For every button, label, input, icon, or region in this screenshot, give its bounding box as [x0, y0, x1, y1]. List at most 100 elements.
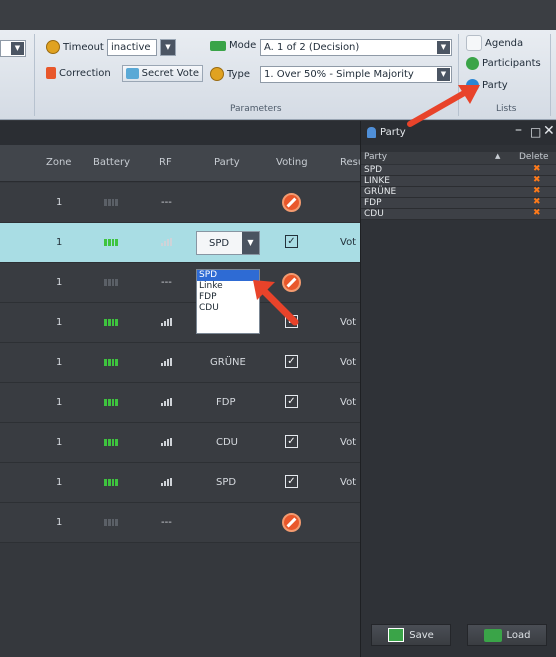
battery-icon — [104, 519, 118, 526]
correction-icon — [46, 67, 56, 79]
load-button[interactable]: Load — [467, 624, 547, 646]
result-cell: Vot — [340, 477, 357, 488]
party-list-item[interactable]: CDU ✖ — [361, 208, 556, 220]
participants-label: Participants — [482, 58, 541, 69]
mode-control: Mode — [210, 40, 256, 51]
delete-icon[interactable]: ✖ — [533, 175, 541, 185]
ribbon-divider — [550, 34, 551, 116]
agenda-button[interactable]: Agenda — [466, 35, 523, 51]
timeout-label: Timeout — [63, 41, 104, 53]
battery-icon — [104, 279, 118, 286]
agenda-icon — [466, 35, 482, 51]
table-row[interactable]: 1 --- — [0, 503, 360, 543]
save-icon — [388, 628, 405, 642]
party-col-header[interactable]: Party — [364, 152, 387, 162]
battery-icon — [104, 399, 118, 406]
check-icon: ✓ — [285, 475, 298, 488]
party-name: SPD — [364, 165, 383, 175]
col-party[interactable]: Party — [214, 157, 240, 168]
party-name: FDP — [364, 198, 382, 208]
mode-select[interactable]: A. 1 of 2 (Decision) ▼ — [260, 39, 452, 56]
party-list-item[interactable]: SPD ✖ — [361, 164, 556, 176]
table-row[interactable]: 1 GRÜNE ✓ Vot — [0, 343, 360, 383]
col-battery[interactable]: Battery — [93, 157, 130, 168]
delete-icon[interactable]: ✖ — [533, 186, 541, 196]
secret-vote-label: Secret Vote — [141, 68, 199, 79]
result-cell: Vot — [340, 437, 357, 448]
table-row[interactable]: 1 SPD ▼ ✓ Vot — [0, 223, 360, 263]
zone-cell: 1 — [56, 197, 63, 208]
col-zone[interactable]: Zone — [46, 157, 71, 168]
rf-cell: --- — [161, 517, 172, 528]
party-select[interactable]: SPD ▼ — [196, 231, 260, 255]
check-icon: ✓ — [285, 355, 298, 368]
chevron-down-icon: ▼ — [11, 42, 24, 55]
type-label: Type — [227, 68, 250, 80]
timeout-select[interactable]: inactive — [107, 39, 157, 56]
delete-icon[interactable]: ✖ — [533, 208, 541, 218]
party-cell[interactable]: GRÜNE — [210, 357, 246, 368]
participants-button[interactable]: Participants — [466, 57, 541, 70]
agenda-label: Agenda — [485, 37, 524, 49]
party-panel: Party – □ ✕ Party ▲ Delete SPD ✖ LINKE ✖ GRÜ… — [360, 121, 556, 657]
top-strip — [0, 0, 556, 30]
mode-value: A. 1 of 2 (Decision) — [264, 42, 360, 53]
mode-icon — [210, 40, 226, 51]
zone-cell: 1 — [56, 277, 63, 288]
save-button[interactable]: Save — [371, 624, 451, 646]
party-list-item[interactable]: LINKE ✖ — [361, 175, 556, 187]
table-header: Zone Battery RF Party Voting Resu — [0, 145, 364, 182]
no-vote-icon — [282, 513, 301, 532]
party-list-item[interactable]: GRÜNE ✖ — [361, 186, 556, 198]
zone-cell: 1 — [56, 237, 63, 248]
lists-group-title: Lists — [496, 104, 517, 114]
table-row[interactable]: 1 CDU ✓ Vot — [0, 423, 360, 463]
result-cell: Vot — [340, 317, 357, 328]
secret-vote-icon — [126, 68, 139, 79]
maximize-icon[interactable]: □ — [530, 125, 541, 139]
party-select-value: SPD — [209, 238, 230, 249]
party-cell[interactable]: FDP — [216, 397, 235, 408]
party-name: CDU — [364, 209, 384, 219]
col-voting[interactable]: Voting — [276, 157, 308, 168]
save-label: Save — [409, 629, 434, 641]
zone-cell: 1 — [56, 517, 63, 528]
party-cell[interactable]: CDU — [216, 437, 238, 448]
zone-cell: 1 — [56, 397, 63, 408]
correction-label: Correction — [59, 67, 111, 79]
delete-icon[interactable]: ✖ — [533, 197, 541, 207]
table-row[interactable]: 1 SPD ✓ Vot — [0, 463, 360, 503]
ribbon-divider — [34, 34, 35, 116]
party-list-header: Party ▲ Delete — [361, 152, 556, 164]
col-rf[interactable]: RF — [159, 157, 172, 168]
timeout-value: inactive — [111, 42, 151, 53]
battery-icon — [104, 359, 118, 366]
zone-cell: 1 — [56, 437, 63, 448]
delete-icon[interactable]: ✖ — [533, 164, 541, 174]
correction-control[interactable]: Correction — [46, 67, 111, 79]
result-cell: Vot — [340, 397, 357, 408]
party-list-item[interactable]: FDP ✖ — [361, 197, 556, 209]
minimize-icon[interactable]: – — [515, 122, 522, 138]
table-row[interactable]: 1 FDP ✓ Vot — [0, 383, 360, 423]
chevron-down-icon[interactable]: ▼ — [242, 232, 259, 254]
rf-cell: --- — [161, 197, 172, 208]
close-icon[interactable]: ✕ — [543, 123, 555, 139]
check-icon: ✓ — [285, 235, 298, 248]
clock-icon — [46, 40, 60, 54]
table-row[interactable]: 1 --- — [0, 183, 360, 223]
folder-icon — [483, 628, 502, 642]
battery-icon — [104, 439, 118, 446]
battery-icon — [104, 239, 118, 246]
timeout-dropdown-button[interactable]: ▼ — [160, 39, 176, 56]
load-label: Load — [506, 629, 531, 641]
signal-icon — [161, 478, 172, 486]
party-name: LINKE — [364, 176, 390, 186]
left-partial-select[interactable]: ▼ — [0, 40, 26, 57]
battery-icon — [104, 479, 118, 486]
secret-vote-button[interactable]: Secret Vote — [122, 65, 203, 82]
party-cell[interactable]: SPD — [216, 477, 236, 488]
chevron-down-icon: ▼ — [165, 43, 171, 51]
mode-label: Mode — [229, 40, 257, 51]
type-control: Type — [210, 67, 250, 81]
